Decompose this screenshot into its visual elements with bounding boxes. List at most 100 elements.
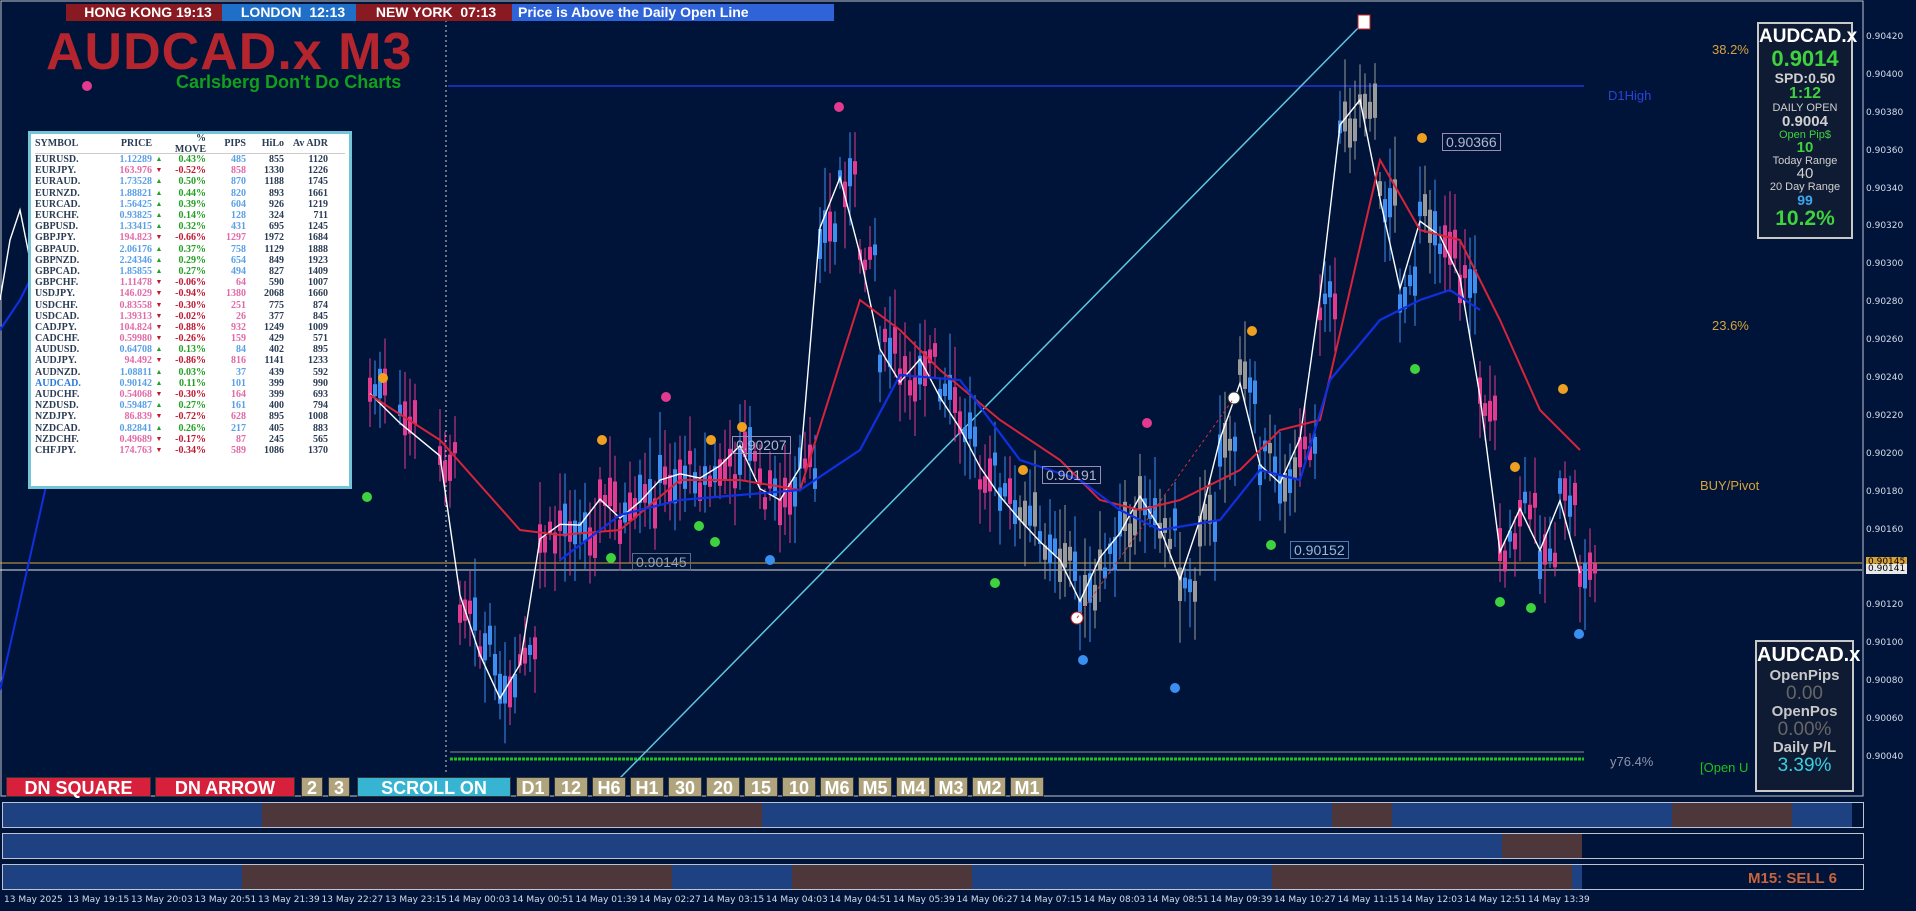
- cell-symbol: EURJPY.: [35, 165, 77, 177]
- watchlist-row[interactable]: GBPJPY. 194.823 ▼ -0.66% 1297 1972 1684: [35, 232, 345, 243]
- cell-pips: 858: [231, 165, 246, 177]
- cell-symbol: CHFJPY.: [35, 444, 77, 456]
- cell-pips: 816: [231, 355, 246, 367]
- candle-body: [878, 354, 882, 373]
- info-open-pips: 10: [1796, 139, 1814, 156]
- fractal-dot: [597, 435, 607, 445]
- price-label-2: 0.90207: [732, 436, 791, 454]
- watchlist-row[interactable]: EURAUD. 1.73528 ▲ 0.50% 870 1188 1745: [35, 176, 345, 187]
- watchlist-row[interactable]: AUDJPY. 94.492 ▼ -0.86% 816 1141 1233: [35, 355, 345, 366]
- timeframe-15-button[interactable]: 15: [744, 777, 778, 798]
- watchlist-row[interactable]: GBPAUD. 2.06176 ▲ 0.37% 758 1129 1888: [35, 244, 345, 255]
- cell-price: 1.85855: [119, 265, 153, 277]
- watchlist-row[interactable]: EURNZD. 1.88821 ▲ 0.44% 820 893 1661: [35, 188, 345, 199]
- candle-body: [1063, 543, 1067, 568]
- watchlist-row[interactable]: NZDCAD. 0.82841 ▲ 0.26% 217 405 883: [35, 423, 345, 434]
- cell-price: 0.90142: [119, 377, 153, 389]
- watchlist-row[interactable]: GBPUSD. 1.33415 ▲ 0.32% 431 695 1245: [35, 221, 345, 232]
- watchlist-row[interactable]: USDCHF. 0.83558 ▼ -0.30% 251 775 874: [35, 299, 345, 311]
- watchlist-row[interactable]: CADJPY. 104.824 ▼ -0.88% 932 1249 1009: [35, 322, 345, 333]
- watchlist-row[interactable]: NZDUSD. 0.59487 ▲ 0.27% 161 400 794: [35, 400, 345, 411]
- watchlist-row[interactable]: USDCAD. 1.39313 ▼ -0.02% 26 377 845: [35, 311, 345, 322]
- up-arrow-icon: ▲: [155, 423, 163, 432]
- candle-body: [1243, 361, 1247, 389]
- watchlist-row[interactable]: NZDCHF. 0.49689 ▼ -0.17% 87 245 565: [35, 434, 345, 445]
- watchlist-row[interactable]: GBPCHF. 1.11478 ▼ -0.06% 64 590 1007: [35, 277, 345, 288]
- candle-body: [1193, 580, 1197, 602]
- candle-body: [793, 476, 797, 507]
- timeframe-m5-button[interactable]: M5: [858, 777, 892, 798]
- watchlist-row[interactable]: CADCHF. 0.59980 ▼ -0.26% 159 429 571: [35, 333, 345, 344]
- timeframe-m4-button[interactable]: M4: [896, 777, 930, 798]
- watchlist-row[interactable]: AUDNZD. 1.08811 ▲ 0.03% 37 439 592: [35, 367, 345, 378]
- candle-body: [563, 503, 567, 537]
- option-3-button[interactable]: 3: [328, 777, 350, 798]
- timeframe-d1-button[interactable]: D1: [516, 777, 550, 798]
- watchlist-row[interactable]: EURCAD. 1.56425 ▲ 0.39% 604 926 1219: [35, 199, 345, 210]
- watchlist-row[interactable]: AUDCHF. 0.54068 ▼ -0.30% 164 399 693: [35, 389, 345, 400]
- candle-body: [373, 384, 377, 397]
- watchlist-row[interactable]: NZDJPY. 86.839 ▼ -0.72% 628 895 1008: [35, 411, 345, 422]
- cell-pips: 164: [231, 389, 246, 401]
- watchlist-row[interactable]: GBPCAD. 1.85855 ▲ 0.27% 494 827 1409: [35, 266, 345, 277]
- pl-daily: 3.39%: [1777, 755, 1832, 776]
- timeframe-h1-button[interactable]: H1: [630, 777, 664, 798]
- timeframe-h6-button[interactable]: H6: [592, 777, 626, 798]
- timeframe-12-button[interactable]: 12: [554, 777, 588, 798]
- watchlist-row[interactable]: EURCHF. 0.93825 ▲ 0.14% 128 324 711: [35, 210, 345, 221]
- dn-arrow-button[interactable]: DN ARROW: [155, 777, 295, 798]
- option-2-button[interactable]: 2: [301, 777, 323, 798]
- timeframe-30-button[interactable]: 30: [668, 777, 702, 798]
- watchlist-row[interactable]: GBPNZD. 2.24346 ▲ 0.29% 654 849 1923: [35, 255, 345, 266]
- watchlist-row[interactable]: EURJPY. 163.976 ▼ -0.52% 858 1330 1226: [35, 165, 345, 176]
- cell-pips: 128: [231, 210, 246, 222]
- cell-symbol: GBPJPY.: [35, 232, 76, 244]
- watchlist-row[interactable]: AUDCAD. 0.90142 ▲ 0.11% 101 399 990: [35, 378, 345, 389]
- fractal-dot: [1078, 655, 1088, 665]
- cell-symbol: AUDCAD.: [35, 377, 81, 389]
- timeframe-20-button[interactable]: 20: [706, 777, 740, 798]
- cell-move: -0.88%: [175, 321, 206, 333]
- cell-symbol: GBPNZD.: [35, 254, 80, 266]
- candle-body: [1368, 101, 1372, 119]
- candle-body: [413, 400, 417, 424]
- timeframe-m3-button[interactable]: M3: [934, 777, 968, 798]
- timeframe-10-button[interactable]: 10: [782, 777, 816, 798]
- cell-price: 1.88821: [119, 187, 153, 199]
- price-tick: 0.90160: [1866, 524, 1904, 535]
- fractal-dot: [1495, 597, 1505, 607]
- fractal-dot: [1142, 418, 1152, 428]
- clock-hong-kong: HONG KONG 19:13: [66, 4, 230, 21]
- pl-symbol: AUDCAD.x: [1757, 644, 1861, 666]
- candle-body: [893, 326, 897, 354]
- cell-adr: 1245: [308, 221, 328, 233]
- fractal-dot: [710, 537, 720, 547]
- fractal-dot: [82, 81, 92, 91]
- fractal-dot: [1510, 462, 1520, 472]
- info-candle-timer: 1:12: [1788, 85, 1822, 102]
- col-pips: PIPS: [224, 138, 246, 149]
- watchlist-row[interactable]: EURUSD. 1.12289 ▲ 0.43% 485 855 1120: [35, 154, 345, 165]
- dn-square-button[interactable]: DN SQUARE: [6, 777, 151, 798]
- timeframe-m2-button[interactable]: M2: [972, 777, 1006, 798]
- down-arrow-icon: ▼: [155, 390, 163, 399]
- watchlist-row[interactable]: USDJPY. 146.029 ▼ -0.94% 1380 2068 1660: [35, 288, 345, 299]
- watchlist-row[interactable]: CHFJPY. 174.763 ▼ -0.34% 589 1086 1370: [35, 445, 345, 456]
- timeframe-m6-button[interactable]: M6: [820, 777, 854, 798]
- scroll-toggle-button[interactable]: SCROLL ON: [357, 777, 511, 798]
- candle-body: [1248, 377, 1252, 393]
- subtitle: Carlsberg Don't Do Charts: [176, 72, 402, 92]
- time-tick: 14 May 07:15: [1020, 895, 1082, 905]
- cell-price: 0.83558: [119, 299, 153, 311]
- cell-adr: 693: [313, 389, 328, 401]
- timeframe-m1-button[interactable]: M1: [1010, 777, 1044, 798]
- candle-body: [1428, 209, 1432, 243]
- candle-body: [368, 377, 372, 402]
- candle-body: [943, 383, 947, 397]
- watchlist-row[interactable]: AUDUSD. 0.64708 ▲ 0.13% 84 402 895: [35, 344, 345, 355]
- fractal-dot: [1526, 603, 1536, 613]
- cell-hilo: 775: [269, 299, 284, 311]
- candle-body: [1558, 478, 1562, 494]
- cell-price: 0.59487: [119, 400, 153, 412]
- candle-body: [1068, 546, 1072, 561]
